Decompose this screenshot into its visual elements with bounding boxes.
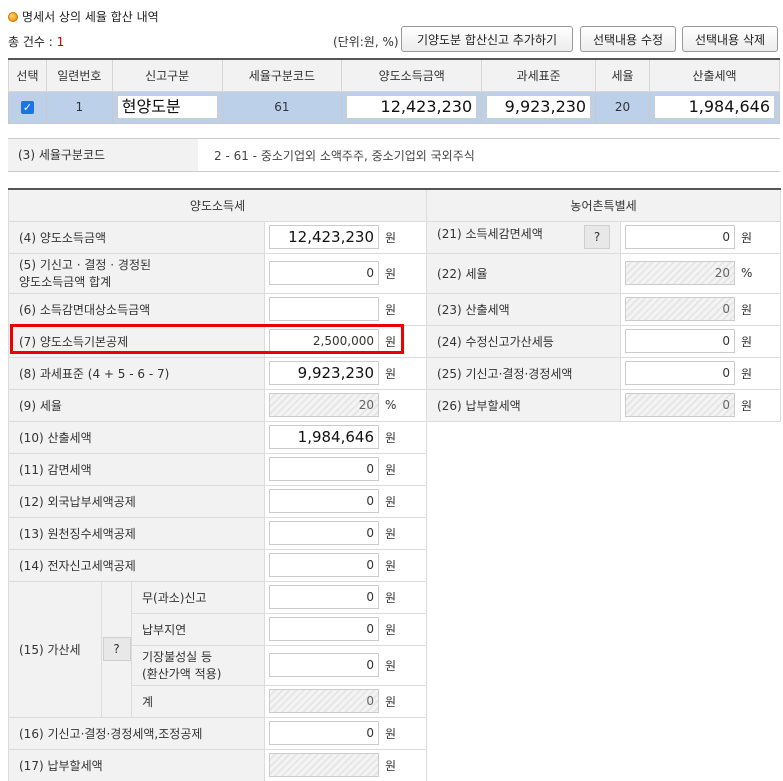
label-26: (26) 납부할세액 [426, 388, 622, 422]
label-10: (10) 산출세액 [8, 420, 265, 454]
help-button[interactable]: ? [584, 225, 611, 249]
bullet-icon [8, 11, 18, 22]
rural-tax-header: 농어촌특별세 [426, 188, 782, 222]
tax-base-value: 9,923,230 [486, 95, 592, 119]
label-4: (4) 양도소득금액 [8, 220, 265, 254]
label-8: (8) 과세표준 (4 + 5 - 6 - 7) [8, 356, 265, 390]
label-15-3: 기장불성실 등 (환산가액 적용) [131, 644, 265, 686]
table-row[interactable]: ✓ 1 현양도분 61 12,423,230 9,923,230 20 1,98… [8, 90, 780, 124]
prior-tax-adjustment-field[interactable]: 0 [269, 721, 379, 745]
label-25: (25) 기신고·결정·경정세액 [426, 356, 622, 390]
transfer-tax-header: 양도소득세 [7, 188, 428, 222]
col-serial: 일련번호 [45, 58, 113, 92]
label-15-1: 무(과소)신고 [131, 580, 265, 614]
foreign-tax-credit-field[interactable]: 0 [269, 489, 379, 513]
transfer-income-value: 12,423,230 [346, 95, 478, 119]
no-report-penalty-field[interactable]: 0 [269, 585, 379, 609]
late-payment-penalty-field[interactable]: 0 [269, 617, 379, 641]
label-13: (13) 원천징수세액공제 [8, 516, 265, 550]
col-transfer-income: 양도소득금액 [341, 58, 483, 92]
label-23: (23) 산출세액 [426, 292, 622, 326]
checkbox-checked-icon[interactable]: ✓ [20, 101, 34, 114]
col-calc-tax: 산출세액 [649, 58, 780, 92]
label-6: (6) 소득감면대상소득금액 [8, 292, 265, 326]
detail-table: 양도소득세 농어촌특별세 (4) 양도소득금액 12,423,230 원 (21)… [7, 188, 782, 781]
report-type-cell: 현양도분 [111, 90, 223, 124]
delete-selected-button[interactable]: 선택내용 삭제 [682, 26, 778, 52]
section-title: 명세서 상의 세율 합산 내역 [8, 8, 159, 25]
penalty-help-button[interactable]: ? [102, 637, 131, 661]
tax-base-field[interactable]: 9,923,230 [269, 361, 379, 385]
label-7: (7) 양도소득기본공제 [8, 324, 265, 358]
tax-rate-field: 20 [269, 393, 379, 417]
total-count-value: 1 [56, 35, 65, 49]
col-rate-code: 세율구분코드 [221, 58, 343, 92]
label-15-2: 납부지연 [131, 612, 265, 646]
calc-tax-cell: 1,984,646 [649, 90, 780, 124]
summary-table: 선택 일련번호 신고구분 세율구분코드 양도소득금액 과세표준 세율 산출세액 … [8, 58, 780, 124]
report-type-value: 현양도분 [116, 95, 218, 119]
unit-note: (단위:원, %) [333, 35, 399, 49]
label-12: (12) 외국납부세액공제 [8, 484, 265, 518]
edit-selected-button[interactable]: 선택내용 수정 [580, 26, 676, 52]
amended-penalty-field[interactable]: 0 [625, 329, 736, 353]
add-prior-transfer-button[interactable]: 기양도분 합산신고 추가하기 [401, 26, 573, 52]
bookkeeping-penalty-field[interactable]: 0 [269, 653, 379, 677]
rural-prior-tax-field[interactable]: 0 [625, 361, 736, 385]
rural-calc-tax-field: 0 [625, 297, 736, 321]
rural-payable-field: 0 [625, 393, 736, 417]
col-select: 선택 [8, 58, 47, 92]
calc-tax-field[interactable]: 1,984,646 [269, 425, 379, 449]
select-cell[interactable]: ✓ [8, 90, 47, 124]
rural-rate-field: 20 [625, 261, 736, 285]
total-count: 총 건수 : 1 [8, 35, 65, 49]
label-17: (17) 납부할세액 [8, 748, 265, 781]
label-9: (9) 세율 [8, 388, 265, 422]
col-report-type: 신고구분 [111, 58, 223, 92]
prior-income-total-field[interactable]: 0 [269, 261, 379, 285]
label-5: (5) 기신고 · 결정 · 경정된 양도소득금액 합계 [8, 252, 265, 294]
rate-cell: 20 [595, 90, 650, 124]
label-22: (22) 세율 [426, 252, 622, 294]
label-14: (14) 전자신고세액공제 [8, 548, 265, 582]
col-tax-base: 과세표준 [481, 58, 597, 92]
label-16: (16) 기신고·결정·경정세액,조정공제 [8, 716, 265, 750]
rate-code-label: (3) 세율구분코드 [8, 139, 198, 171]
col-rate: 세율 [595, 58, 650, 92]
label-15-4: 계 [131, 684, 265, 718]
rate-code-row: (3) 세율구분코드 2 - 61 - 중소기업외 소액주주, 중소기업외 국외… [8, 138, 780, 172]
withholding-credit-field[interactable]: 0 [269, 521, 379, 545]
label-21: (21) 소득세감면세액 [437, 227, 543, 241]
summary-header-row: 선택 일련번호 신고구분 세율구분코드 양도소득금액 과세표준 세율 산출세액 [8, 58, 780, 92]
label-15: (15) 가산세 [8, 580, 102, 718]
transfer-income-field[interactable]: 12,423,230 [269, 225, 379, 249]
e-filing-credit-field[interactable]: 0 [269, 553, 379, 577]
transfer-income-cell: 12,423,230 [341, 90, 483, 124]
income-tax-reduction-field[interactable]: 0 [625, 225, 736, 249]
reduction-target-income-field[interactable] [269, 297, 379, 321]
calc-tax-value: 1,984,646 [654, 95, 775, 119]
penalty-total-field: 0 [269, 689, 379, 713]
rate-code-value: 2 - 61 - 중소기업외 소액주주, 중소기업외 국외주식 [214, 149, 475, 163]
label-24: (24) 수정신고가산세등 [426, 324, 622, 358]
label-11: (11) 감면세액 [8, 452, 265, 486]
basic-deduction-field[interactable]: 2,500,000 [269, 329, 379, 353]
payable-tax-field [269, 753, 379, 777]
serial-cell: 1 [45, 90, 113, 124]
tax-base-cell: 9,923,230 [481, 90, 597, 124]
rate-code-cell: 61 [221, 90, 343, 124]
reduction-tax-field[interactable]: 0 [269, 457, 379, 481]
section-title-text: 명세서 상의 세율 합산 내역 [22, 10, 159, 24]
